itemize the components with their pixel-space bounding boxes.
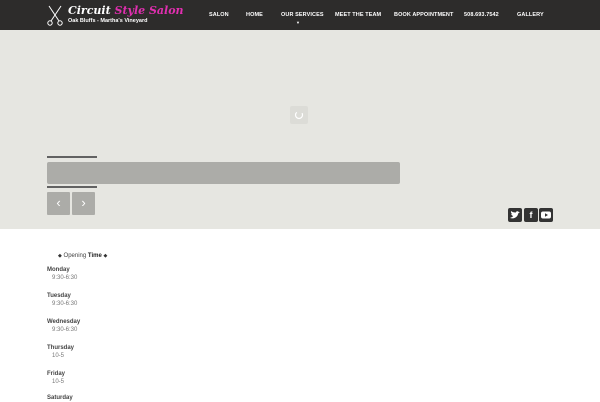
brand-tagline: Oak Bluffs - Martha's Vineyard — [68, 18, 148, 24]
nav-item-phone[interactable]: 508.693.7542 — [464, 12, 499, 18]
nav-item-gallery[interactable]: GALLERY — [517, 12, 544, 18]
opening-hours-title-bold: Time — [87, 253, 102, 259]
scissors-icon — [47, 5, 63, 26]
loading-icon — [290, 106, 308, 124]
hero-slider: ‹ › f — [0, 30, 600, 229]
brand-name-part2: Style Salon — [114, 4, 184, 17]
diamond-icon: ◆ — [58, 253, 62, 259]
brand-name: Circuit Style Salon — [68, 5, 184, 17]
hours-day: Saturday — [47, 395, 73, 401]
nav-item-our-services[interactable]: OUR SERVICES ▼ — [281, 12, 324, 25]
hours-time: 10-5 — [52, 353, 65, 359]
caption-line-bottom — [47, 186, 97, 188]
nav-item-salon[interactable]: SALON — [209, 12, 229, 18]
facebook-icon[interactable]: f — [524, 208, 538, 222]
nav-item-our-services-label: OUR SERVICES — [281, 12, 324, 18]
hours-time: 10-5 — [52, 379, 65, 385]
hours-day: Tuesday — [47, 293, 71, 299]
twitter-icon[interactable] — [508, 208, 522, 222]
slide-caption-bar — [47, 162, 400, 184]
site-header: Circuit Style Salon Oak Bluffs - Martha'… — [0, 0, 600, 30]
hours-day: Friday — [47, 371, 66, 377]
caret-down-icon[interactable]: ▼ — [296, 21, 300, 25]
hours-day: Monday — [47, 267, 70, 273]
nav-item-meet-the-team[interactable]: MEET THE TEAM — [335, 12, 381, 18]
chevron-left-icon[interactable]: ‹ — [47, 192, 70, 215]
opening-hours-title-prefix: Opening — [63, 253, 87, 259]
chevron-right-icon[interactable]: › — [72, 192, 95, 215]
nav-item-book-appointment[interactable]: BOOK APPOINTMENT — [394, 12, 453, 18]
hours-day: Wednesday — [47, 319, 81, 325]
diamond-icon: ◆ — [103, 253, 108, 259]
hours-time: 9:30-6:30 — [52, 327, 78, 333]
youtube-icon[interactable] — [539, 208, 553, 222]
caption-line-top — [47, 156, 97, 158]
nav-item-home[interactable]: HOME — [246, 12, 263, 18]
hours-time: 9:30-6:30 — [52, 275, 78, 281]
hours-time: 9:30-6:30 — [52, 301, 78, 307]
opening-hours-title: ◆ Opening Time ◆ — [58, 252, 107, 260]
brand-name-part1: Circuit — [68, 4, 111, 17]
hours-day: Thursday — [47, 345, 75, 351]
